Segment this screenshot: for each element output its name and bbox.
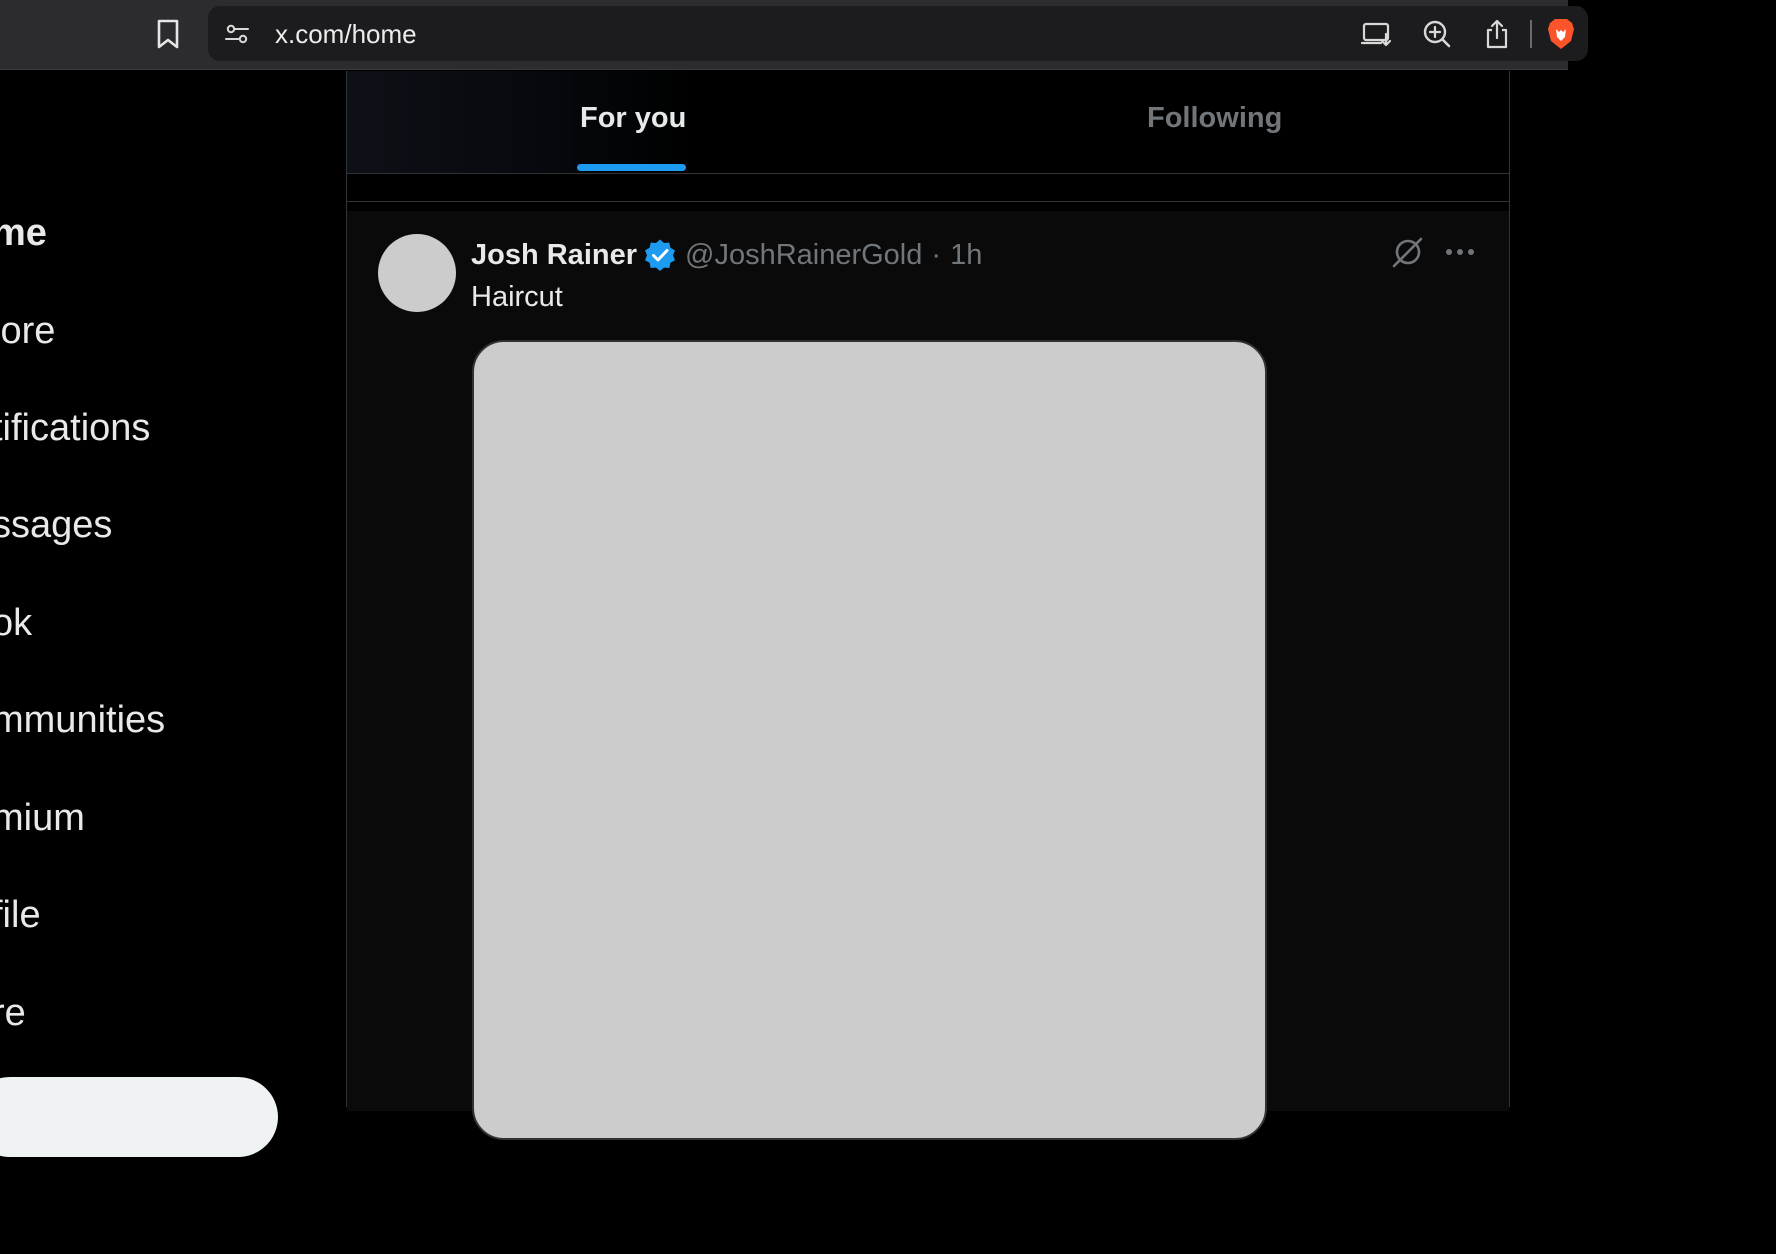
timeline-tabs: For you Following: [347, 71, 1509, 174]
avatar[interactable]: [378, 234, 456, 312]
nav-item-more[interactable]: re: [0, 991, 26, 1035]
post-media[interactable]: [472, 340, 1267, 1140]
zoom-in-icon[interactable]: [1418, 15, 1456, 53]
nav-item-profile[interactable]: file: [0, 893, 41, 937]
author-name[interactable]: Josh Rainer: [471, 239, 637, 272]
nav-item-grok[interactable]: ok: [0, 601, 32, 645]
nav-item-messages[interactable]: ssages: [0, 503, 112, 547]
brave-lion-icon[interactable]: [1546, 17, 1576, 51]
verified-badge-icon[interactable]: [643, 238, 677, 272]
browser-toolbar: x.com/home: [0, 0, 1588, 70]
sidebar-nav: me lore tifications ssages ok mmunities …: [0, 71, 346, 1157]
toolbar-divider: [1530, 20, 1532, 48]
active-tab-indicator: [577, 164, 686, 171]
post[interactable]: Josh Rainer @JoshRainerGold · 1h Haircut: [347, 211, 1509, 1140]
grok-icon[interactable]: [1389, 233, 1427, 271]
post-text: Haircut: [471, 281, 563, 313]
bookmark-icon[interactable]: [148, 14, 188, 54]
address-bar[interactable]: x.com/home: [208, 6, 1588, 61]
nav-item-notifications[interactable]: tifications: [0, 406, 150, 450]
address-bar-actions: [1358, 15, 1576, 53]
handle-time-separator: ·: [931, 238, 942, 271]
author-handle[interactable]: @JoshRainerGold: [685, 239, 922, 272]
timeline-column: For you Following Josh Rainer @JoshRaine…: [346, 71, 1510, 1140]
post-header: Josh Rainer @JoshRainerGold · 1h: [471, 235, 982, 275]
nav-item-premium[interactable]: mium: [0, 796, 85, 840]
site-settings-icon[interactable]: [222, 19, 252, 49]
tab-for-you[interactable]: For you: [580, 101, 686, 135]
nav-item-communities[interactable]: mmunities: [0, 698, 165, 742]
url-text[interactable]: x.com/home: [275, 20, 417, 48]
nav-item-explore[interactable]: lore: [0, 309, 55, 353]
more-options-icon[interactable]: [1441, 233, 1479, 271]
post-button[interactable]: [0, 1077, 278, 1157]
nav-item-home[interactable]: me: [0, 211, 47, 255]
timeline-divider: [347, 175, 1509, 202]
tab-following[interactable]: Following: [1147, 101, 1282, 135]
share-icon[interactable]: [1478, 15, 1516, 53]
cast-to-device-icon[interactable]: [1358, 15, 1396, 53]
post-timestamp[interactable]: 1h: [950, 239, 982, 272]
